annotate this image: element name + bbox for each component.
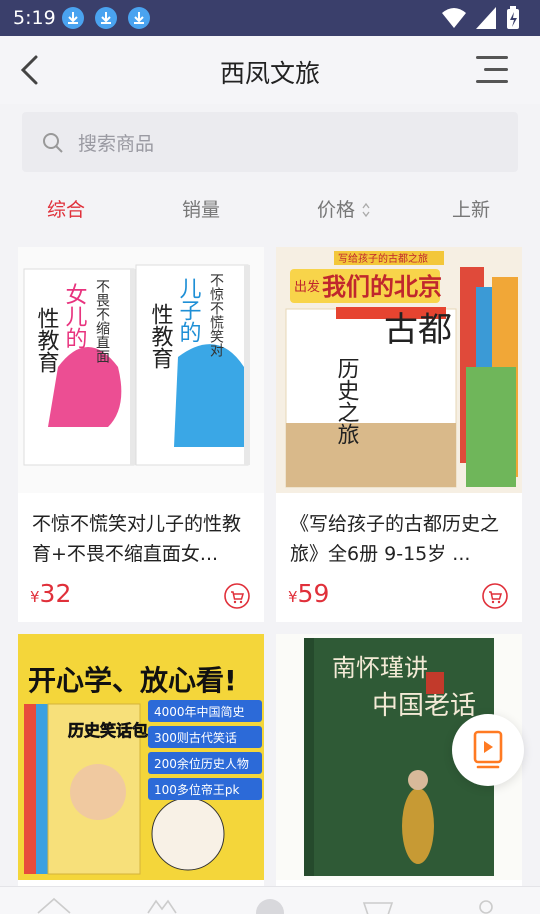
search-placeholder: 搜索商品 (78, 133, 155, 155)
status-time: 5:19 (13, 7, 56, 29)
signal-icon (476, 7, 496, 29)
search-icon (43, 133, 63, 153)
svg-text:儿子的: 儿子的 (176, 277, 202, 343)
search-input[interactable]: 搜索商品 (22, 112, 518, 172)
svg-text:写给孩子的古都之旅: 写给孩子的古都之旅 (338, 252, 428, 265)
video-icon (473, 730, 503, 769)
product-name: 不惊不慌笑对儿子的性教育+不畏不缩直面女... (32, 513, 242, 565)
svg-text:古都: 古都 (384, 310, 452, 350)
svg-text:200余位历史人物: 200余位历史人物 (154, 756, 249, 771)
product-image: 开心学、放心看! 历史笑话包 4000年中国简史 300则古代笑话 200余位历… (18, 634, 264, 880)
user-icon[interactable] (466, 895, 506, 914)
svg-text:100多位帝王pk: 100多位帝王pk (154, 782, 240, 797)
float-video-button[interactable] (452, 714, 524, 786)
download-icon (95, 7, 117, 29)
svg-text:开心学、放心看!: 开心学、放心看! (28, 664, 237, 697)
download-icon (128, 7, 150, 29)
tab-price[interactable]: 价格 (317, 195, 371, 222)
product-card[interactable]: 写给孩子的古都之旅 出发 我们的北京 古都 历史之旅 《写给孩子的古都历史之旅》… (276, 247, 522, 622)
tab-new[interactable]: 上新 (452, 195, 490, 222)
app-header: 西凤文旅 (0, 36, 540, 104)
wifi-icon (442, 8, 466, 28)
svg-text:4000年中国简史: 4000年中国简史 (154, 704, 245, 719)
svg-text:南怀瑾讲: 南怀瑾讲 (332, 654, 428, 682)
svg-text:性教育: 性教育 (34, 307, 60, 373)
tab-comprehensive[interactable]: 综合 (47, 195, 85, 222)
home-icon[interactable] (34, 895, 74, 914)
product-name: 《写给孩子的古都历史之旅》全6册 9-15岁 ... (290, 513, 500, 565)
product-card[interactable]: 性教育 女儿的 不畏不缩直面 性教育 儿子的 不惊不慌笑对 不惊不慌笑对儿子的性… (18, 247, 264, 622)
cart-icon[interactable] (224, 583, 250, 609)
svg-text:历史笑话包: 历史笑话包 (68, 721, 148, 740)
cart-icon[interactable] (482, 583, 508, 609)
svg-text:300则古代笑话: 300则古代笑话 (154, 730, 237, 745)
globe-icon[interactable] (250, 895, 290, 914)
product-image: 写给孩子的古都之旅 出发 我们的北京 古都 历史之旅 (276, 247, 522, 493)
bottom-nav (0, 886, 540, 914)
menu-icon (476, 56, 508, 59)
product-price: ¥32 (30, 579, 72, 608)
tab-sales[interactable]: 销量 (182, 195, 220, 222)
svg-text:女儿的: 女儿的 (62, 283, 88, 349)
product-image: 性教育 女儿的 不畏不缩直面 性教育 儿子的 不惊不慌笑对 (18, 247, 264, 493)
product-card[interactable]: 开心学、放心看! 历史笑话包 4000年中国简史 300则古代笑话 200余位历… (18, 634, 264, 914)
page-title: 西凤文旅 (219, 59, 320, 88)
download-icon (62, 7, 84, 29)
sort-tabs: 综合 销量 价格 上新 (0, 180, 540, 236)
status-bar: 5:19 (0, 0, 540, 36)
svg-text:出发: 出发 (294, 279, 320, 295)
menu-button[interactable] (476, 56, 508, 84)
basket-icon[interactable] (358, 895, 398, 914)
svg-text:不惊不慌笑对: 不惊不慌笑对 (208, 273, 224, 357)
svg-text:我们的北京: 我们的北京 (322, 273, 442, 301)
svg-text:历史之旅: 历史之旅 (334, 357, 360, 445)
battery-icon (507, 6, 519, 29)
svg-text:性教育: 性教育 (148, 303, 174, 369)
svg-text:不畏不缩直面: 不畏不缩直面 (94, 279, 110, 363)
product-price: ¥59 (288, 579, 330, 608)
svg-text:中国老话: 中国老话 (372, 691, 476, 721)
sort-arrows-icon (362, 202, 370, 218)
category-icon[interactable] (142, 895, 182, 914)
